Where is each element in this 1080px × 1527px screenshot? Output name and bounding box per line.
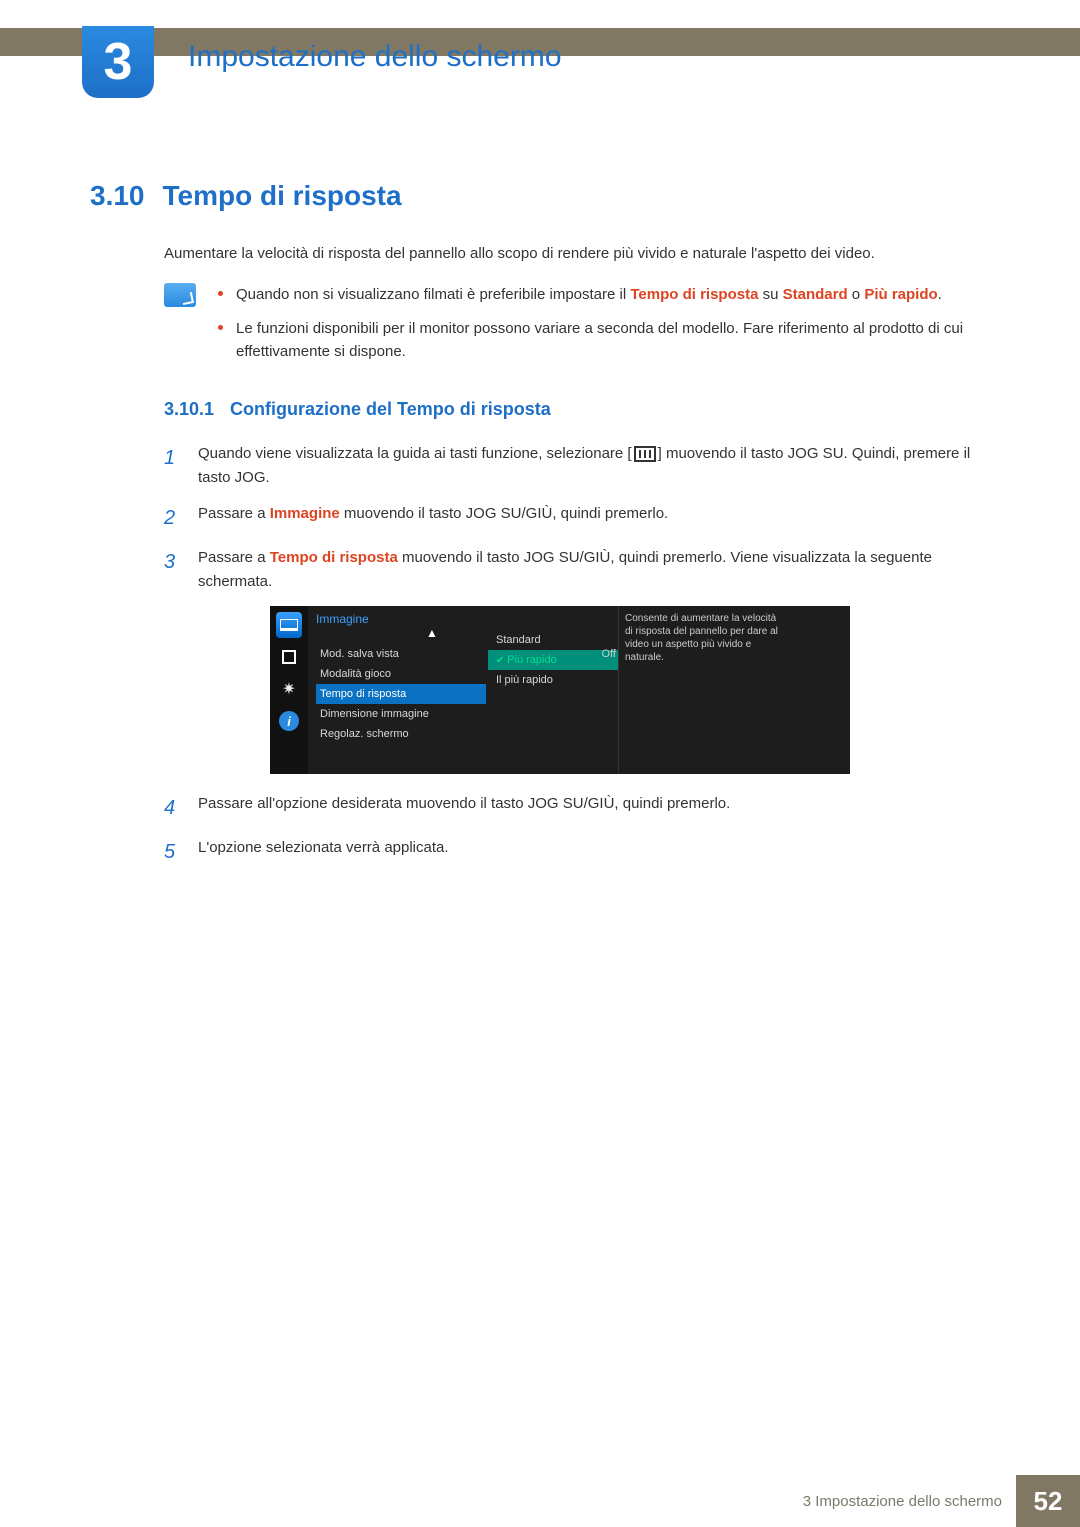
osd-item-eye-saver: Mod. salva vista Off — [316, 644, 480, 664]
note-icon — [164, 283, 196, 307]
osd-tab-picture-icon — [276, 612, 302, 638]
footer-page-number: 52 — [1016, 1475, 1080, 1527]
osd-tab-info-icon: i — [276, 708, 302, 734]
footer-chapter-label: 3 Impostazione dello schermo — [789, 1475, 1016, 1527]
subsection-number: 3.10.1 — [164, 399, 214, 420]
chapter-number-tab: 3 — [82, 26, 154, 98]
note-block: Quando non si visualizzano filmati è pre… — [164, 283, 990, 373]
osd-item-game-mode: Modalità gioco — [316, 664, 480, 684]
step-4-text: Passare all'opzione desiderata muovendo … — [198, 792, 730, 816]
chapter-title: Impostazione dello schermo — [188, 40, 562, 74]
osd-option-fastest: Il più rapido — [488, 670, 618, 690]
osd-item-screen-adjust: Regolaz. schermo — [316, 724, 480, 744]
step-5: 5 L'opzione selezionata verrà applicata. — [164, 836, 990, 868]
osd-scroll-up-icon: ▲ — [426, 626, 438, 640]
step-3: 3 Passare a Tempo di risposta muovendo i… — [164, 546, 990, 594]
osd-menu-header: Immagine ▲ — [316, 612, 480, 640]
section-number: 3.10 — [90, 180, 145, 212]
step-4: 4 Passare all'opzione desiderata muovend… — [164, 792, 990, 824]
section-title: Tempo di risposta — [163, 180, 402, 212]
osd-options: Standard Più rapido Il più rapido — [488, 606, 618, 774]
step-2-text: Passare a Immagine muovendo il tasto JOG… — [198, 502, 668, 526]
intro-paragraph: Aumentare la velocità di risposta del pa… — [164, 242, 990, 265]
osd-item-image-size: Dimensione immagine — [316, 704, 480, 724]
step-5-text: L'opzione selezionata verrà applicata. — [198, 836, 449, 860]
step-2: 2 Passare a Immagine muovendo il tasto J… — [164, 502, 990, 534]
section-heading: 3.10 Tempo di risposta — [90, 180, 990, 212]
steps-list: 1 Quando viene visualizzata la guida ai … — [164, 442, 990, 868]
osd-menu-list: Immagine ▲ Mod. salva vista Off Modalità… — [308, 606, 488, 774]
osd-main: Immagine ▲ Mod. salva vista Off Modalità… — [308, 606, 850, 774]
footer: 3 Impostazione dello schermo 52 — [0, 1475, 1080, 1527]
menu-icon — [634, 446, 656, 462]
osd-value-off: Off — [602, 644, 616, 664]
osd-option-faster: Più rapido — [488, 650, 618, 670]
subsection-title: Configurazione del Tempo di risposta — [230, 399, 551, 420]
content-area: 3.10 Tempo di risposta Aumentare la velo… — [90, 180, 990, 880]
osd-description: Consente di aumentare la velocità di ris… — [618, 606, 788, 774]
osd-tab-settings-icon: ✷ — [276, 676, 302, 702]
step-3-text: Passare a Tempo di risposta muovendo il … — [198, 546, 990, 594]
note-item-1: Quando non si visualizzano filmati è pre… — [218, 283, 990, 306]
chapter-number: 3 — [104, 32, 133, 92]
note-item-2: Le funzioni disponibili per il monitor p… — [218, 317, 990, 364]
osd-item-response-time: Tempo di risposta — [316, 684, 486, 704]
osd-sidebar: ✷ i — [270, 606, 308, 774]
osd-option-standard: Standard — [488, 630, 618, 650]
osd-tab-screen-icon — [276, 644, 302, 670]
step-1: 1 Quando viene visualizzata la guida ai … — [164, 442, 990, 490]
osd-screenshot: ✷ i Immagine ▲ Mod. salva vista Off Moda… — [270, 606, 850, 774]
note-list: Quando non si visualizzano filmati è pre… — [218, 283, 990, 373]
step-1-text: Quando viene visualizzata la guida ai ta… — [198, 442, 990, 490]
subsection-heading: 3.10.1 Configurazione del Tempo di rispo… — [164, 399, 990, 420]
